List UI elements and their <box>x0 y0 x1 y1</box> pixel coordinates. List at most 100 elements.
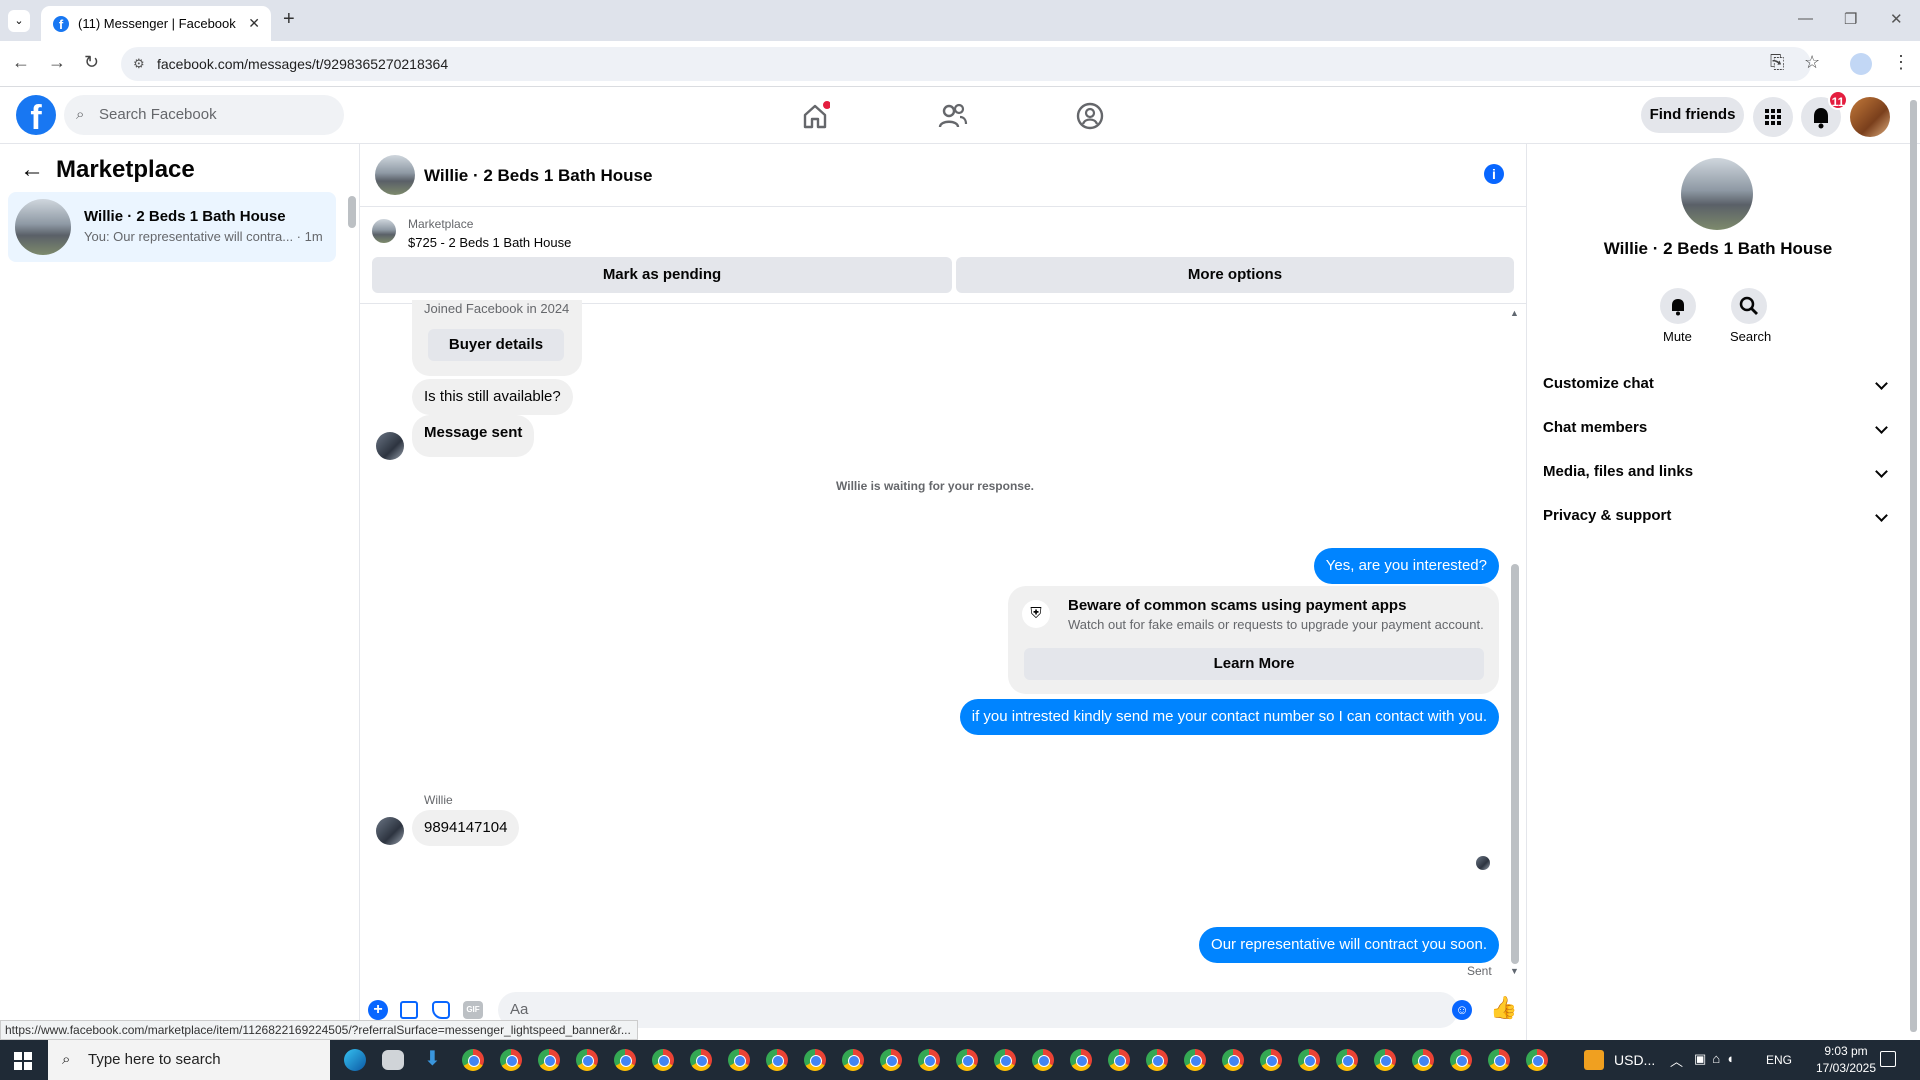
chrome-icon[interactable] <box>1526 1049 1548 1071</box>
taskbar-search-input[interactable]: ⌕ Type here to search <box>48 1040 330 1080</box>
details-avatar[interactable] <box>1681 158 1753 230</box>
chrome-icon[interactable] <box>1260 1049 1282 1071</box>
site-info-icon[interactable]: ⚙ <box>133 47 145 81</box>
account-avatar[interactable] <box>1850 97 1890 137</box>
chrome-icon[interactable] <box>766 1049 788 1071</box>
chat-title[interactable]: Willie · 2 Beds 1 Bath House <box>424 166 652 186</box>
groups-icon[interactable] <box>1075 101 1105 131</box>
chrome-icon[interactable] <box>1146 1049 1168 1071</box>
message-outgoing[interactable]: Our representative will contract you soo… <box>1199 927 1499 963</box>
mark-as-pending-button[interactable]: Mark as pending <box>372 257 952 293</box>
chrome-icon[interactable] <box>1108 1049 1130 1071</box>
sidebar-scrollbar[interactable] <box>348 196 356 228</box>
chevron-down-icon[interactable] <box>1875 377 1888 390</box>
chrome-icon[interactable] <box>1184 1049 1206 1071</box>
chrome-icon[interactable] <box>994 1049 1016 1071</box>
chrome-icon[interactable] <box>918 1049 940 1071</box>
url-field[interactable]: ⚙ facebook.com/messages/t/92983652702183… <box>121 47 1811 81</box>
bookmark-star-icon[interactable]: ☆ <box>1804 52 1820 73</box>
message-outgoing[interactable]: Yes, are you interested? <box>1313 548 1499 584</box>
chrome-icon[interactable] <box>1222 1049 1244 1071</box>
reload-icon[interactable]: ↻ <box>84 52 99 73</box>
chrome-icon[interactable] <box>728 1049 750 1071</box>
message-incoming[interactable]: Is this still available? <box>412 379 573 415</box>
scroll-up-arrow-icon[interactable]: ▲ <box>1510 308 1519 318</box>
chrome-icon[interactable] <box>1070 1049 1092 1071</box>
more-options-button[interactable]: More options <box>956 257 1514 293</box>
chrome-icon[interactable] <box>500 1049 522 1071</box>
chrome-icon[interactable] <box>1488 1049 1510 1071</box>
edge-icon[interactable] <box>344 1049 366 1071</box>
search-button[interactable] <box>1731 288 1767 324</box>
chrome-icon[interactable] <box>576 1049 598 1071</box>
back-arrow-icon[interactable]: ← <box>20 156 44 184</box>
home-icon[interactable] <box>800 101 830 131</box>
app-icon[interactable] <box>382 1050 404 1070</box>
clock-date[interactable]: 17/03/2025 <box>1808 1061 1884 1075</box>
profile-icon[interactable] <box>1850 53 1872 75</box>
chevron-down-icon[interactable] <box>1875 421 1888 434</box>
tray-icons[interactable]: ▣⌂◖ <box>1694 1051 1740 1067</box>
conversation-item[interactable]: Willie · 2 Beds 1 Bath House You: Our re… <box>8 192 336 262</box>
chrome-icon[interactable] <box>842 1049 864 1071</box>
gif-icon[interactable]: GIF <box>463 1001 483 1019</box>
thread-scrollbar[interactable] <box>1511 564 1519 964</box>
tray-chevron-up-icon[interactable]: ︿ <box>1670 1051 1683 1070</box>
photo-icon[interactable] <box>400 1001 418 1019</box>
chrome-icon[interactable] <box>804 1049 826 1071</box>
media-files-links-section[interactable]: Media, files and links <box>1543 463 1693 480</box>
listing-title[interactable]: $725 - 2 Beds 1 Bath House <box>408 235 571 250</box>
windows-start-icon[interactable] <box>14 1052 32 1070</box>
currency-widget-icon[interactable] <box>1584 1050 1604 1070</box>
language-indicator[interactable]: ENG <box>1766 1053 1792 1067</box>
new-tab-icon[interactable]: + <box>283 8 295 31</box>
install-app-icon[interactable]: ⎘ <box>1770 52 1784 73</box>
chrome-icon[interactable] <box>880 1049 902 1071</box>
friends-icon[interactable] <box>938 101 968 131</box>
chrome-icon[interactable] <box>1298 1049 1320 1071</box>
facebook-search-input[interactable]: ⌕ Search Facebook <box>64 95 344 135</box>
like-thumb-icon[interactable]: 👍 <box>1490 995 1517 1021</box>
notification-center-icon[interactable] <box>1880 1051 1896 1067</box>
notifications-bell-icon[interactable]: 11 <box>1801 90 1848 137</box>
close-tab-icon[interactable]: ✕ <box>248 15 260 32</box>
clock-time[interactable]: 9:03 pm <box>1808 1044 1884 1058</box>
chrome-icon[interactable] <box>1032 1049 1054 1071</box>
message-input[interactable]: Aa <box>498 992 1458 1028</box>
chat-members-section[interactable]: Chat members <box>1543 419 1647 436</box>
message-incoming[interactable]: 9894147104 <box>412 810 520 846</box>
chrome-icon[interactable] <box>538 1049 560 1071</box>
currency-widget-label[interactable]: USD... <box>1614 1052 1655 1068</box>
download-icon[interactable]: ⬇ <box>424 1046 441 1071</box>
chrome-icon[interactable] <box>690 1049 712 1071</box>
privacy-support-section[interactable]: Privacy & support <box>1543 507 1671 524</box>
chrome-icon[interactable] <box>462 1049 484 1071</box>
learn-more-button[interactable]: Learn More <box>1024 648 1484 680</box>
mute-button[interactable] <box>1660 288 1696 324</box>
page-scrollbar[interactable] <box>1910 100 1917 1032</box>
forward-icon[interactable]: → <box>48 52 66 73</box>
sticker-icon[interactable] <box>432 1001 450 1019</box>
plus-icon[interactable]: + <box>368 1000 388 1020</box>
info-icon[interactable]: i <box>1484 164 1504 184</box>
customize-chat-section[interactable]: Customize chat <box>1543 375 1654 392</box>
back-icon[interactable]: ← <box>12 52 30 73</box>
emoji-icon[interactable]: ☺ <box>1452 1000 1472 1020</box>
chat-avatar[interactable] <box>375 155 415 195</box>
scroll-down-arrow-icon[interactable]: ▼ <box>1510 966 1519 976</box>
message-outgoing[interactable]: if you intrested kindly send me your con… <box>959 699 1499 735</box>
browser-tab[interactable]: f (11) Messenger | Facebook ✕ <box>41 6 271 41</box>
chevron-down-icon[interactable] <box>1875 465 1888 478</box>
tab-search-icon[interactable]: ⌄ <box>8 10 30 32</box>
chrome-icon[interactable] <box>1450 1049 1472 1071</box>
menu-grid-icon[interactable] <box>1753 97 1793 137</box>
menu-icon[interactable]: ⋮ <box>1892 52 1910 73</box>
chrome-icon[interactable] <box>1336 1049 1358 1071</box>
chevron-down-icon[interactable] <box>1875 509 1888 522</box>
chrome-icon[interactable] <box>956 1049 978 1071</box>
minimize-icon[interactable]: — <box>1798 10 1813 27</box>
chrome-icon[interactable] <box>614 1049 636 1071</box>
find-friends-button[interactable]: Find friends <box>1641 97 1744 133</box>
buyer-details-button[interactable]: Buyer details <box>428 329 564 361</box>
close-window-icon[interactable]: ✕ <box>1890 10 1903 28</box>
